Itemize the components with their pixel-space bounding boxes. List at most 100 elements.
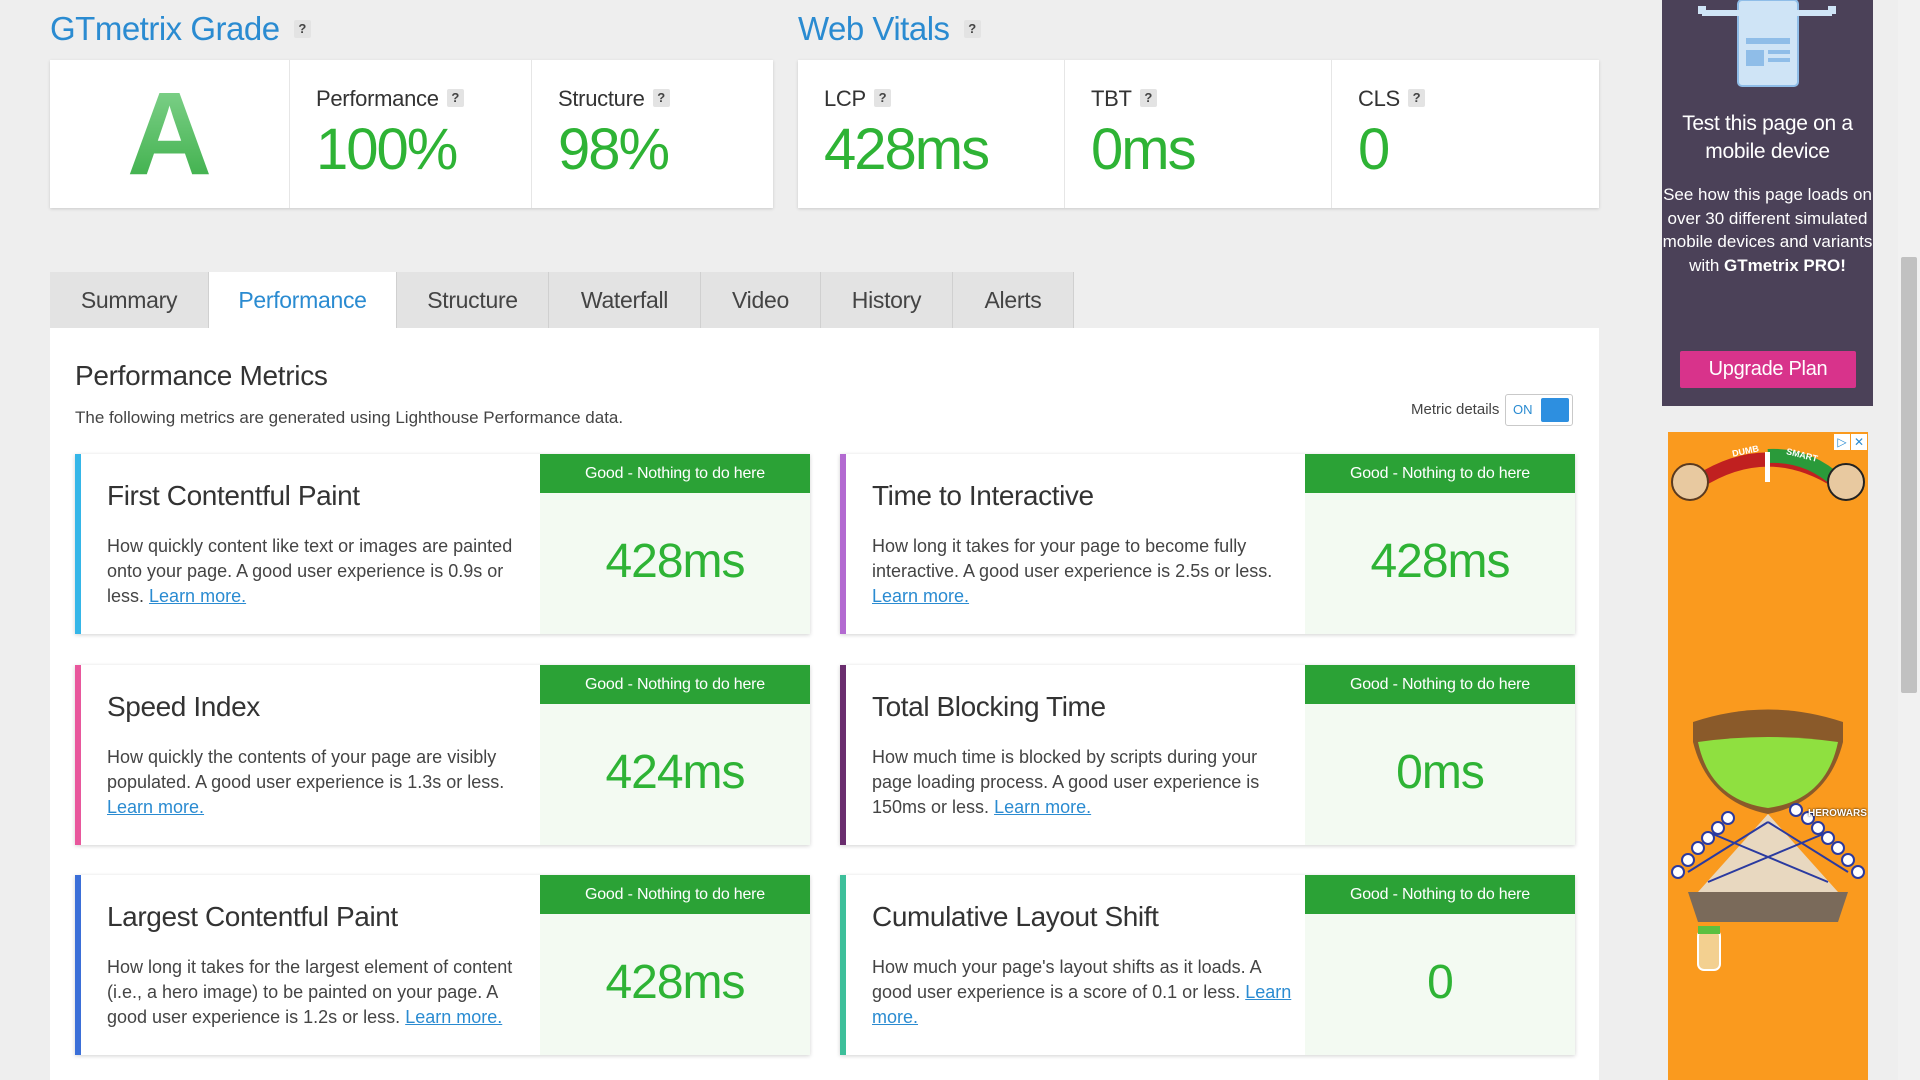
metric-status-badge: Good - Nothing to do here bbox=[540, 665, 810, 704]
metric-name: Time to Interactive bbox=[872, 480, 1094, 511]
lcp-cell: LCP? 428ms bbox=[798, 60, 1065, 208]
advertisement: ▷ ✕ DUMB SMART HEROWARS bbox=[1668, 432, 1868, 1080]
web-vitals-label: Web Vitals bbox=[798, 10, 950, 47]
metric-result: Good - Nothing to do here 424ms bbox=[540, 665, 810, 845]
performance-score-cell: Performance? 100% bbox=[290, 60, 532, 208]
tab-waterfall[interactable]: Waterfall bbox=[549, 272, 701, 328]
toggle-state-label: ON bbox=[1513, 402, 1533, 417]
metric-value: 0ms bbox=[1396, 746, 1485, 799]
metric-status-badge: Good - Nothing to do here bbox=[540, 875, 810, 914]
metric-description-text: How much your page's layout shifts as it… bbox=[872, 957, 1261, 1002]
tab-structure[interactable]: Structure bbox=[397, 272, 549, 328]
help-icon[interactable]: ? bbox=[652, 89, 670, 108]
cls-label-text: CLS bbox=[1358, 86, 1400, 111]
metric-result: Good - Nothing to do here 428ms bbox=[1305, 454, 1575, 634]
metric-description: How much time is blocked by scripts duri… bbox=[872, 745, 1302, 820]
help-icon[interactable]: ? bbox=[293, 20, 311, 39]
learn-more-link[interactable]: Learn more. bbox=[994, 797, 1091, 817]
tab-video[interactable]: Video bbox=[701, 272, 821, 328]
upgrade-plan-button[interactable]: Upgrade Plan bbox=[1680, 351, 1856, 388]
performance-metrics-title: Performance Metrics bbox=[75, 360, 328, 391]
metric-details-label: Metric details bbox=[1411, 401, 1500, 418]
metric-card: Time to Interactive How long it takes fo… bbox=[840, 454, 1575, 634]
tab-history[interactable]: History bbox=[821, 272, 953, 328]
cls-value: 0 bbox=[1358, 117, 1390, 182]
learn-more-link[interactable]: Learn more. bbox=[107, 797, 204, 817]
performance-score-value: 100% bbox=[316, 117, 458, 182]
mobile-test-promo: Test this page on a mobile device See ho… bbox=[1662, 0, 1873, 406]
metric-name: Largest Contentful Paint bbox=[107, 901, 398, 932]
help-icon[interactable]: ? bbox=[1407, 89, 1425, 108]
metric-card: Speed Index How quickly the contents of … bbox=[75, 665, 810, 845]
performance-score-label: Performance? bbox=[316, 86, 464, 112]
learn-more-link[interactable]: Learn more. bbox=[405, 1007, 502, 1027]
performance-panel: Performance Metrics The following metric… bbox=[50, 328, 1599, 1080]
metric-result: Good - Nothing to do here 0 bbox=[1305, 875, 1575, 1055]
mobile-device-icon bbox=[1692, 0, 1842, 90]
help-icon[interactable]: ? bbox=[963, 20, 981, 39]
metric-card: Cumulative Layout Shift How much your pa… bbox=[840, 875, 1575, 1055]
metric-result: Good - Nothing to do here 428ms bbox=[540, 454, 810, 634]
structure-score-value: 98% bbox=[558, 117, 670, 182]
metric-status-badge: Good - Nothing to do here bbox=[540, 454, 810, 493]
web-vitals-title: Web Vitals? bbox=[798, 10, 981, 48]
metric-result: Good - Nothing to do here 0ms bbox=[1305, 665, 1575, 845]
lcp-value: 428ms bbox=[824, 117, 990, 182]
structure-score-label: Structure? bbox=[558, 86, 670, 112]
structure-label-text: Structure bbox=[558, 86, 645, 111]
metric-value: 428ms bbox=[1370, 535, 1510, 588]
promo-title: Test this page on a mobile device bbox=[1682, 112, 1853, 163]
gtmetrix-grade-title: GTmetrix Grade? bbox=[50, 10, 311, 48]
grade-cell: A bbox=[50, 60, 290, 208]
metric-name: First Contentful Paint bbox=[107, 480, 360, 511]
metric-status-badge: Good - Nothing to do here bbox=[1305, 665, 1575, 704]
tbt-label: TBT? bbox=[1091, 86, 1157, 112]
metric-value: 424ms bbox=[605, 746, 745, 799]
gtmetrix-grade-label: GTmetrix Grade bbox=[50, 10, 280, 47]
help-icon[interactable]: ? bbox=[446, 89, 464, 108]
metric-result: Good - Nothing to do here 428ms bbox=[540, 875, 810, 1055]
tab-alerts[interactable]: Alerts bbox=[953, 272, 1074, 328]
tab-summary[interactable]: Summary bbox=[50, 272, 209, 328]
cls-label: CLS? bbox=[1358, 86, 1425, 112]
tbt-cell: TBT? 0ms bbox=[1065, 60, 1332, 208]
metric-status-badge: Good - Nothing to do here bbox=[1305, 454, 1575, 493]
metric-card: Largest Contentful Paint How long it tak… bbox=[75, 875, 810, 1055]
metric-name: Speed Index bbox=[107, 691, 260, 722]
metric-details-toggle[interactable]: ON bbox=[1505, 394, 1573, 426]
metric-description: How much your page's layout shifts as it… bbox=[872, 955, 1302, 1030]
lcp-label-text: LCP bbox=[824, 86, 866, 111]
tab-performance[interactable]: Performance bbox=[209, 272, 397, 330]
metric-status-badge: Good - Nothing to do here bbox=[1305, 875, 1575, 914]
toggle-knob bbox=[1541, 398, 1569, 422]
metric-value: 0 bbox=[1427, 956, 1454, 1009]
help-icon[interactable]: ? bbox=[873, 89, 891, 108]
metric-description: How quickly the contents of your page ar… bbox=[107, 745, 537, 820]
metric-description-text: How quickly the contents of your page ar… bbox=[107, 747, 505, 792]
metric-card: Total Blocking Time How much time is blo… bbox=[840, 665, 1575, 845]
learn-more-link[interactable]: Learn more. bbox=[149, 586, 246, 606]
metric-description: How long it takes for your page to becom… bbox=[872, 534, 1302, 609]
grade-panel: A Performance? 100% Structure? 98% bbox=[50, 60, 773, 208]
metric-description-text: How long it takes for your page to becom… bbox=[872, 536, 1273, 581]
performance-metrics-description: The following metrics are generated usin… bbox=[75, 408, 624, 427]
metric-value: 428ms bbox=[605, 956, 745, 1009]
tbt-label-text: TBT bbox=[1091, 86, 1132, 111]
metric-description: How long it takes for the largest elemen… bbox=[107, 955, 537, 1030]
grade-letter: A bbox=[50, 60, 289, 208]
scrollbar-thumb[interactable] bbox=[1901, 257, 1917, 693]
ad-hourglass-graphic bbox=[1671, 709, 1865, 971]
tbt-value: 0ms bbox=[1091, 117, 1197, 182]
metric-description: How quickly content like text or images … bbox=[107, 534, 537, 609]
learn-more-link[interactable]: Learn more. bbox=[872, 586, 969, 606]
metric-value: 428ms bbox=[605, 535, 745, 588]
metric-card: First Contentful Paint How quickly conte… bbox=[75, 454, 810, 634]
promo-text: See how this page loads on over 30 diffe… bbox=[1662, 183, 1873, 277]
metric-name: Cumulative Layout Shift bbox=[872, 901, 1159, 932]
help-icon[interactable]: ? bbox=[1139, 89, 1157, 108]
performance-label-text: Performance bbox=[316, 86, 439, 111]
metric-name: Total Blocking Time bbox=[872, 691, 1106, 722]
ad-banner-graphic bbox=[1671, 448, 1865, 501]
lcp-label: LCP? bbox=[824, 86, 891, 112]
ad-brand-label: HEROWARS bbox=[1808, 808, 1867, 819]
